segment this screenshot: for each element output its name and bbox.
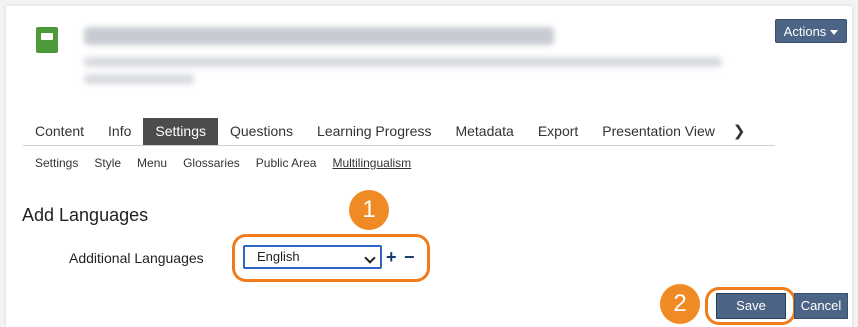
tab-questions[interactable]: Questions [218, 118, 305, 145]
section-title: Add Languages [22, 205, 149, 225]
caret-down-icon [830, 30, 839, 36]
subtab-style[interactable]: Style [94, 154, 121, 172]
callout-badge-2: 2 [660, 284, 700, 324]
book-icon [36, 27, 58, 53]
subtab-menu[interactable]: Menu [137, 154, 167, 172]
actions-button[interactable]: Actions [775, 19, 847, 43]
blurred-description-line [84, 57, 722, 67]
tab-metadata[interactable]: Metadata [443, 118, 525, 145]
subtab-settings[interactable]: Settings [35, 154, 78, 172]
add-language-button[interactable]: + [386, 247, 397, 267]
additional-languages-label: Additional Languages [69, 250, 204, 266]
blurred-title-line [84, 27, 554, 45]
tab-learning-progress[interactable]: Learning Progress [305, 118, 443, 145]
chevron-right-icon[interactable]: ❯ [727, 118, 746, 145]
chevron-down-icon [364, 252, 376, 264]
language-select[interactable]: English [243, 245, 382, 269]
cancel-button[interactable]: Cancel [794, 293, 848, 319]
subtab-multilingualism[interactable]: Multilingualism [332, 154, 411, 172]
callout-badge-1: 1 [349, 190, 389, 230]
tab-settings[interactable]: Settings [143, 118, 218, 145]
save-button[interactable]: Save [716, 293, 786, 319]
screenshot-frame: Actions Content Info Settings Questions … [0, 0, 858, 327]
tab-presentation-view[interactable]: Presentation View [590, 118, 727, 145]
subtab-glossaries[interactable]: Glossaries [183, 154, 240, 172]
tab-info[interactable]: Info [96, 118, 143, 145]
blurred-object-title [78, 20, 730, 90]
language-select-value: English [257, 249, 300, 264]
main-tabs: Content Info Settings Questions Learning… [23, 118, 775, 146]
subtab-public-area[interactable]: Public Area [256, 154, 317, 172]
tab-export[interactable]: Export [526, 118, 590, 145]
sub-tabs: Settings Style Menu Glossaries Public Ar… [35, 154, 427, 172]
remove-language-button[interactable]: − [404, 247, 415, 267]
actions-label: Actions [783, 24, 827, 39]
blurred-description-line [84, 74, 194, 84]
tab-content[interactable]: Content [23, 118, 96, 145]
